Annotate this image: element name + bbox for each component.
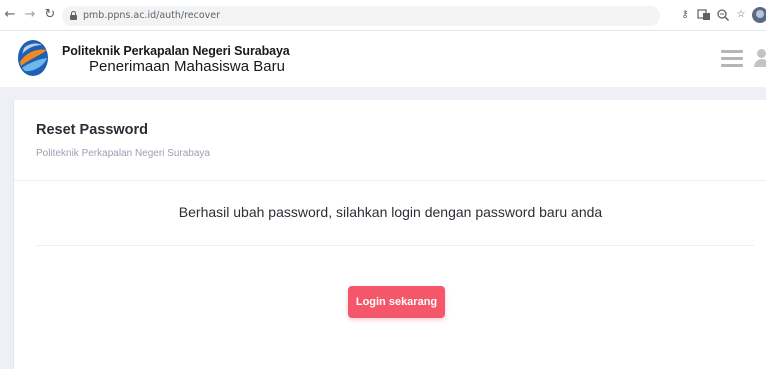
lock-icon[interactable] <box>70 11 77 20</box>
success-message: Berhasil ubah password, silahkan login d… <box>178 204 603 220</box>
divider <box>14 180 766 181</box>
institution-name: Politeknik Perkapalan Negeri Surabaya <box>62 44 290 58</box>
ppns-logo-icon[interactable] <box>16 38 50 78</box>
user-icon[interactable] <box>754 49 766 67</box>
card-title: Reset Password <box>36 122 149 138</box>
url-text[interactable]: pmb.ppns.ac.id/auth/recover <box>83 10 220 21</box>
hamburger-icon[interactable] <box>721 50 743 67</box>
address-bar[interactable]: pmb.ppns.ac.id/auth/recover <box>62 6 660 26</box>
login-now-button[interactable]: Login sekarang <box>348 286 445 318</box>
reload-icon[interactable]: ↻ <box>42 7 58 23</box>
arrow-right-icon[interactable]: → <box>22 7 38 23</box>
site-header: Politeknik Perkapalan Negeri Surabaya Pe… <box>0 31 766 87</box>
site-subtitle: Penerimaan Mahasiswa Baru <box>89 58 285 75</box>
zoom-icon[interactable] <box>716 8 730 22</box>
browser-toolbar: ← → ↻ pmb.ppns.ac.id/auth/recover ⚷ ☆ <box>0 0 766 31</box>
arrow-left-icon[interactable]: ← <box>2 7 18 23</box>
card-subtitle: Politeknik Perkapalan Negeri Surabaya <box>36 148 210 159</box>
translate-icon[interactable] <box>697 8 711 22</box>
reset-password-card: Reset Password Politeknik Perkapalan Neg… <box>13 100 766 369</box>
star-icon[interactable]: ☆ <box>734 8 748 22</box>
divider <box>36 245 754 246</box>
key-icon[interactable]: ⚷ <box>678 8 692 22</box>
profile-icon[interactable] <box>752 7 766 23</box>
